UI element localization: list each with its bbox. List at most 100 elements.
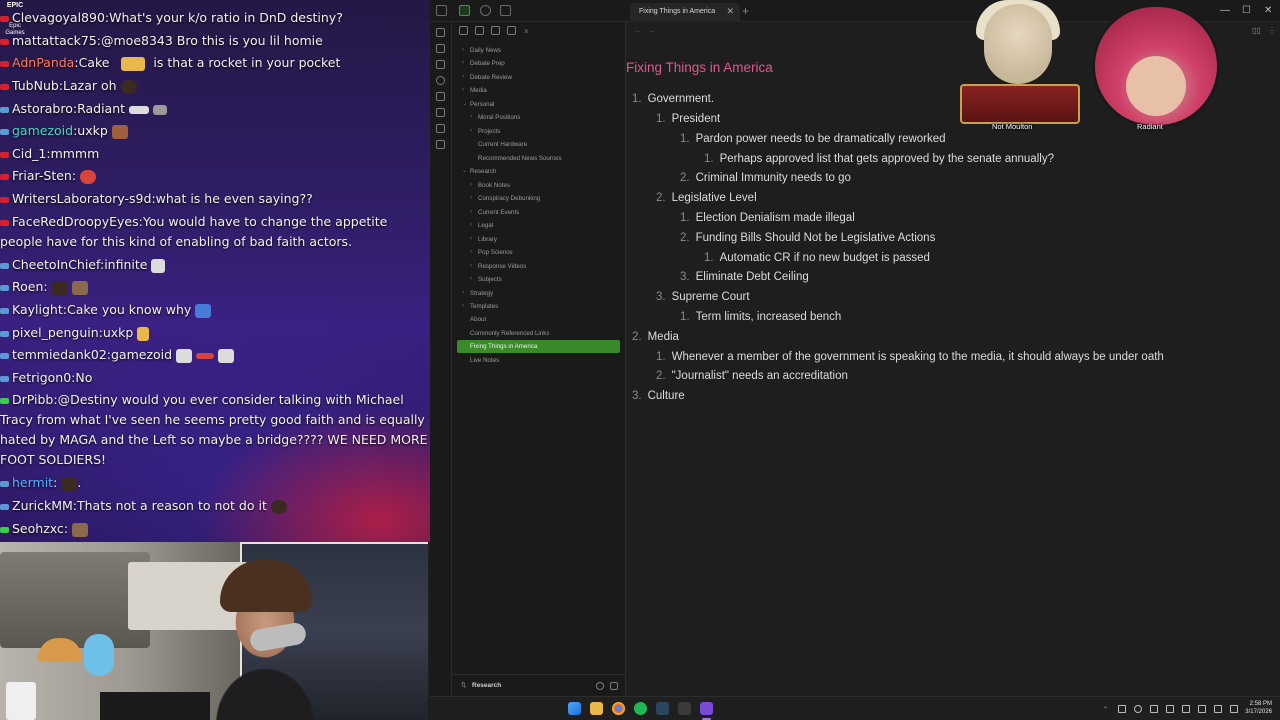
chevron-right-icon[interactable]: ›: [462, 287, 464, 300]
sidebar-item[interactable]: › Media: [452, 84, 626, 97]
chat-username[interactable]: AdnPanda: [12, 55, 74, 70]
chevron-right-icon[interactable]: ›: [470, 260, 472, 273]
reading-view-icon[interactable]: ▯▯: [1252, 26, 1261, 35]
new-tab-button[interactable]: +: [742, 3, 749, 19]
chevron-right-icon[interactable]: ›: [462, 84, 464, 97]
chat-username[interactable]: gamezoid: [12, 123, 73, 138]
settings-gear-icon[interactable]: [610, 682, 618, 690]
more-options-icon[interactable]: ⋮: [1268, 26, 1276, 35]
chat-username[interactable]: Clevagoyal890: [12, 10, 105, 25]
chat-username[interactable]: Astorabro: [12, 101, 73, 116]
chevron-right-icon[interactable]: ›: [470, 192, 472, 205]
help-icon[interactable]: [596, 682, 604, 690]
chat-username[interactable]: Kaylight: [12, 302, 63, 317]
chat-username[interactable]: FaceRedDroopyEyes: [12, 214, 139, 229]
tab-fixing-things[interactable]: Fixing Things in America ✕: [630, 3, 740, 22]
list-item[interactable]: 2. Criminal Immunity needs to go: [680, 171, 851, 185]
tray-icon[interactable]: [1150, 705, 1158, 713]
chevron-right-icon[interactable]: ›: [470, 273, 472, 286]
app-icon[interactable]: [678, 702, 691, 715]
list-item[interactable]: 3. Supreme Court: [656, 290, 750, 304]
chevron-right-icon[interactable]: ›: [462, 300, 464, 313]
chevron-right-icon[interactable]: ›: [470, 246, 472, 259]
list-item[interactable]: 1. Government.: [632, 92, 714, 106]
sidebar-item[interactable]: › Debate Review: [452, 71, 626, 84]
files-view-icon[interactable]: [459, 5, 470, 16]
obsidian-icon[interactable]: [700, 702, 713, 715]
daily-note-icon[interactable]: [436, 92, 445, 101]
chevron-right-icon[interactable]: ›: [470, 111, 472, 124]
chat-username[interactable]: ZurickMM: [12, 498, 73, 513]
copy-icon[interactable]: [436, 108, 445, 117]
list-icon[interactable]: [436, 140, 445, 149]
chevron-down-icon[interactable]: ⌄: [462, 165, 467, 178]
list-item[interactable]: 1. President: [656, 112, 720, 126]
send-icon[interactable]: [436, 28, 445, 37]
sidebar-item[interactable]: › Pop Science: [452, 246, 626, 259]
sidebar-item[interactable]: › Book Notes: [452, 179, 626, 192]
chat-username[interactable]: temmiedank02: [12, 347, 107, 362]
list-item[interactable]: 3. Culture: [632, 389, 685, 403]
tray-icon[interactable]: [1166, 705, 1174, 713]
sidebar-item[interactable]: Live Notes: [452, 354, 626, 367]
list-item[interactable]: 3. Eliminate Debt Ceiling: [680, 270, 809, 284]
chat-username[interactable]: DrPibb: [12, 392, 53, 407]
sidebar-item[interactable]: About: [452, 313, 626, 326]
chevron-right-icon[interactable]: ›: [470, 219, 472, 232]
sidebar-item[interactable]: Fixing Things in America: [457, 340, 620, 353]
volume-icon[interactable]: [1214, 705, 1222, 713]
chat-username[interactable]: WritersLaboratory-s9d: [12, 191, 151, 206]
chat-username[interactable]: mattattack75: [12, 33, 97, 48]
forward-arrow-icon[interactable]: →: [648, 26, 656, 35]
bookmarks-view-icon[interactable]: [500, 5, 511, 16]
terminal-icon[interactable]: [436, 124, 445, 133]
chat-username[interactable]: TubNub: [12, 78, 59, 93]
tray-overflow-icon[interactable]: ⌃: [1102, 705, 1110, 713]
canvas-icon[interactable]: [436, 60, 445, 69]
collapse-all-icon[interactable]: [507, 26, 516, 35]
chevron-right-icon[interactable]: ›: [462, 57, 464, 70]
sidebar-item[interactable]: Commonly Referenced Links: [452, 327, 626, 340]
chevron-down-icon[interactable]: ⌄: [462, 98, 467, 111]
sidebar-item[interactable]: › Moral Positions: [452, 111, 626, 124]
spotify-icon[interactable]: [634, 702, 647, 715]
chat-username[interactable]: Cid_1: [12, 146, 46, 161]
sidebar-item[interactable]: › Current Events: [452, 206, 626, 219]
steam-icon[interactable]: [656, 702, 669, 715]
close-window-button[interactable]: ✕: [1264, 3, 1272, 19]
list-item[interactable]: 1. Perhaps approved list that gets approv…: [704, 152, 1054, 166]
list-item[interactable]: 1. Whenever a member of the government is…: [656, 350, 1164, 364]
close-explorer-icon[interactable]: ×: [523, 26, 532, 36]
chat-username[interactable]: CheetoInChief: [12, 257, 100, 272]
windows-start-icon[interactable]: [568, 702, 581, 715]
list-item[interactable]: 1. Pardon power needs to be dramatically …: [680, 132, 946, 146]
chrome-icon[interactable]: [612, 702, 625, 715]
list-item[interactable]: 1. Term limits, increased bench: [680, 310, 841, 324]
list-item[interactable]: 2. Legislative Level: [656, 191, 757, 205]
sidebar-item[interactable]: ⌄ Personal: [452, 98, 626, 111]
taskbar-clock[interactable]: 2:58 PM 3/17/2026: [1245, 700, 1272, 716]
note-title[interactable]: Fixing Things in America: [626, 60, 773, 75]
chevron-right-icon[interactable]: ›: [470, 179, 472, 192]
sort-icon[interactable]: [491, 26, 500, 35]
sidebar-item[interactable]: › Conspiracy Debunking: [452, 192, 626, 205]
chevron-right-icon[interactable]: ›: [462, 44, 464, 57]
battery-icon[interactable]: [1230, 705, 1238, 713]
sidebar-toggle-icon[interactable]: [436, 5, 447, 16]
sidebar-item[interactable]: › Strategy: [452, 287, 626, 300]
sidebar-item[interactable]: › Subjects: [452, 273, 626, 286]
list-item[interactable]: 2. "Journalist" needs an accreditation: [656, 369, 848, 383]
sidebar-item[interactable]: › Projects: [452, 125, 626, 138]
sidebar-item[interactable]: › Templates: [452, 300, 626, 313]
new-note-icon[interactable]: [459, 26, 468, 35]
tray-icon[interactable]: [1182, 705, 1190, 713]
list-item[interactable]: 1. Election Denialism made illegal: [680, 211, 855, 225]
chat-username[interactable]: Roen: [12, 279, 43, 294]
chat-username[interactable]: pixel_penguin: [12, 325, 99, 340]
network-icon[interactable]: [1198, 705, 1206, 713]
sidebar-item[interactable]: › Response Videos: [452, 260, 626, 273]
chevron-right-icon[interactable]: ›: [470, 206, 472, 219]
new-folder-icon[interactable]: [475, 26, 484, 35]
vault-switch-icon[interactable]: ⇅: [461, 675, 466, 697]
chat-username[interactable]: Fetrigon0: [12, 370, 71, 385]
